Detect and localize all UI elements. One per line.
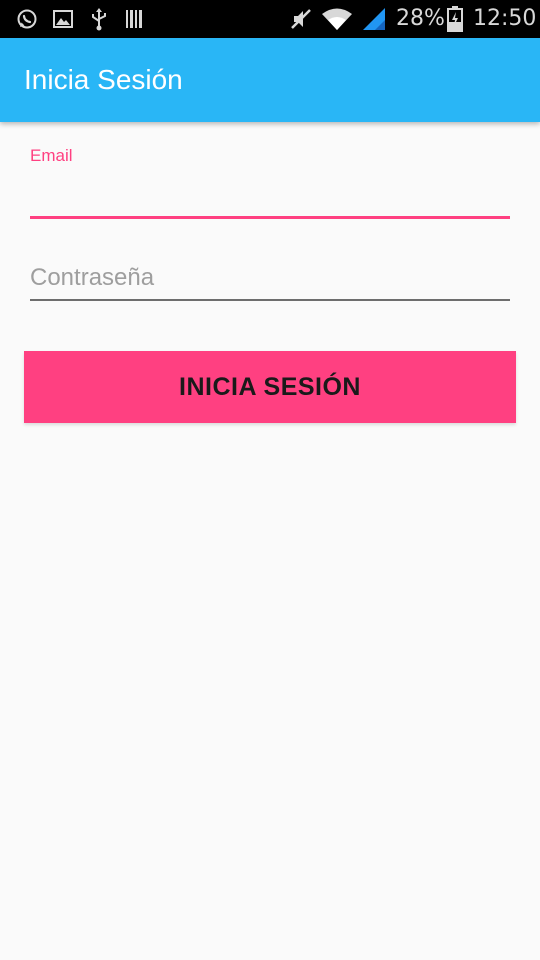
status-bar: 28% 12:50 xyxy=(0,0,540,38)
email-input[interactable] xyxy=(30,174,510,210)
battery-percent: 28% xyxy=(396,6,445,31)
page-title: Inicia Sesión xyxy=(24,64,183,95)
usb-icon xyxy=(88,0,110,38)
password-field xyxy=(30,252,510,304)
battery-charging-icon xyxy=(446,0,464,38)
barcode-icon xyxy=(124,0,144,38)
wifi-icon xyxy=(320,0,354,38)
app-bar: Inicia Sesión xyxy=(0,38,540,122)
password-underline xyxy=(30,299,510,301)
email-label: Email xyxy=(30,146,73,165)
login-form: Email INICIA SESIÓN xyxy=(0,122,540,960)
email-underline xyxy=(30,216,510,219)
password-input[interactable] xyxy=(30,258,510,298)
email-field: Email xyxy=(30,144,510,220)
login-button[interactable]: INICIA SESIÓN xyxy=(24,351,516,423)
whatsapp-icon xyxy=(14,0,40,38)
image-icon xyxy=(52,0,74,38)
mute-icon xyxy=(288,0,314,38)
signal-icon xyxy=(360,0,388,38)
clock: 12:50 xyxy=(473,6,537,31)
